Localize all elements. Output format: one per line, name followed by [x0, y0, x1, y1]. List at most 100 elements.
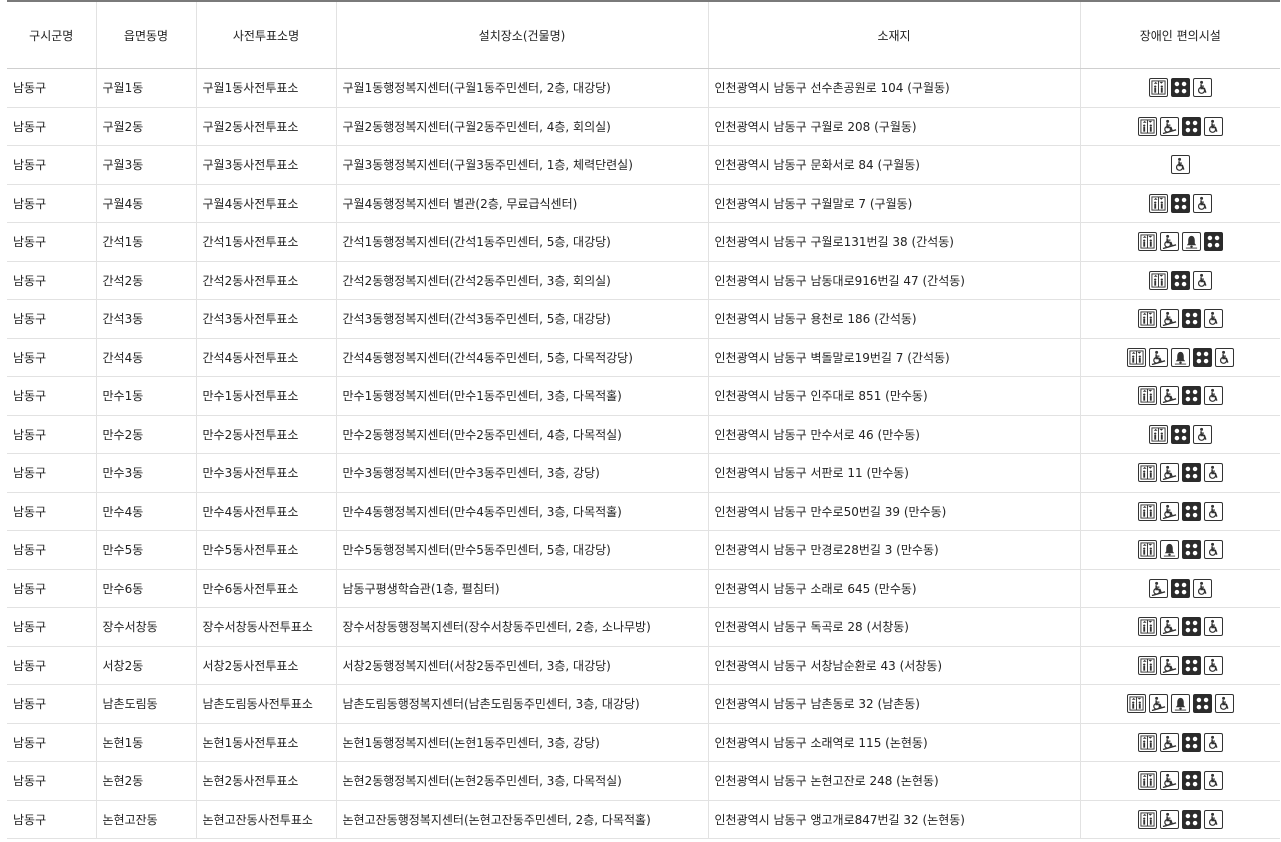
cell-gu: 남동구 [7, 338, 96, 377]
cell-station: 구월3동사전투표소 [195, 145, 336, 185]
cell-place: 만수4동행정복지센터(만수4동주민센터, 3층, 다목적홀) [335, 492, 708, 531]
cell-place: 만수1동행정복지센터(만수1동주민센터, 3층, 다목적홀) [335, 376, 708, 416]
cell-station: 만수3동사전투표소 [195, 453, 336, 493]
table-row: 남동구 만수1동 만수1동사전투표소 만수1동행정복지센터(만수1동주민센터, 3층,… [7, 376, 1280, 416]
elevator-icon [1148, 270, 1168, 290]
cell-dong: 구월3동 [95, 145, 196, 185]
cell-gu: 남동구 [7, 145, 96, 185]
elevator-icon [1137, 655, 1157, 675]
wheelchair-icon [1203, 771, 1223, 791]
wheelchair-icon [1203, 809, 1223, 829]
cell-facilities [1079, 107, 1280, 146]
col-header-gu: 구시군명 [7, 2, 96, 69]
cell-facilities [1079, 145, 1280, 185]
ramp-icon [1159, 655, 1179, 675]
ramp-icon [1159, 232, 1179, 252]
bell-icon [1170, 694, 1190, 714]
cell-station: 서창2동사전투표소 [195, 646, 336, 685]
facility-icons [1148, 193, 1212, 213]
table-header-row: 구시군명 읍면동명 사전투표소명 설치장소(건물명) 소재지 장애인 편의시설 [7, 2, 1280, 69]
cell-place: 만수3동행정복지센터(만수3동주민센터, 3층, 강당) [335, 453, 708, 493]
elevator-icon [1126, 694, 1146, 714]
braille-icon [1181, 771, 1201, 791]
facility-icons [1126, 347, 1234, 367]
ramp-icon [1159, 116, 1179, 136]
cell-facilities [1079, 723, 1280, 762]
polling-station-table-page: 구시군명 읍면동명 사전투표소명 설치장소(건물명) 소재지 장애인 편의시설 … [0, 0, 1281, 842]
ramp-icon [1159, 463, 1179, 483]
cell-address: 인천광역시 남동구 만경로28번길 3 (만수동) [707, 530, 1080, 570]
cell-address: 인천광역시 남동구 앵고개로847번길 32 (논현동) [707, 800, 1080, 839]
elevator-icon [1137, 232, 1157, 252]
elevator-icon [1137, 617, 1157, 637]
cell-address: 인천광역시 남동구 남촌동로 32 (남촌동) [707, 684, 1080, 724]
col-header-facilities: 장애인 편의시설 [1079, 2, 1280, 69]
table-row: 남동구 만수4동 만수4동사전투표소 만수4동행정복지센터(만수4동주민센터, 3층,… [7, 492, 1280, 531]
facility-icons [1137, 386, 1223, 406]
facility-icons [1170, 155, 1190, 175]
ramp-icon [1159, 386, 1179, 406]
cell-dong: 남촌도림동 [95, 684, 196, 724]
cell-facilities [1079, 607, 1280, 647]
cell-gu: 남동구 [7, 800, 96, 839]
facility-icons [1137, 232, 1223, 252]
braille-icon [1181, 809, 1201, 829]
cell-place: 장수서창동행정복지센터(장수서창동주민센터, 2층, 소나무방) [335, 607, 708, 647]
cell-facilities [1079, 492, 1280, 531]
elevator-icon [1137, 771, 1157, 791]
cell-facilities [1079, 646, 1280, 685]
cell-gu: 남동구 [7, 222, 96, 262]
cell-facilities [1079, 184, 1280, 223]
elevator-icon [1137, 386, 1157, 406]
braille-icon [1192, 347, 1212, 367]
cell-facilities [1079, 530, 1280, 570]
elevator-icon [1137, 463, 1157, 483]
facility-icons [1148, 78, 1212, 98]
cell-dong: 만수1동 [95, 376, 196, 416]
cell-place: 구월2동행정복지센터(구월2동주민센터, 4층, 회의실) [335, 107, 708, 146]
cell-address: 인천광역시 남동구 서창남순환로 43 (서창동) [707, 646, 1080, 685]
cell-address: 인천광역시 남동구 용천로 186 (간석동) [707, 299, 1080, 339]
cell-gu: 남동구 [7, 415, 96, 454]
cell-place: 간석4동행정복지센터(간석4동주민센터, 5층, 다목적강당) [335, 338, 708, 377]
cell-address: 인천광역시 남동구 구월말로 7 (구월동) [707, 184, 1080, 223]
cell-dong: 만수2동 [95, 415, 196, 454]
facility-icons [1137, 617, 1223, 637]
cell-dong: 구월2동 [95, 107, 196, 146]
facility-icons [1148, 424, 1212, 444]
cell-facilities [1079, 569, 1280, 608]
cell-address: 인천광역시 남동구 벽돌말로19번길 7 (간석동) [707, 338, 1080, 377]
wheelchair-icon [1192, 270, 1212, 290]
elevator-icon [1137, 732, 1157, 752]
cell-facilities [1079, 376, 1280, 416]
wheelchair-icon [1203, 386, 1223, 406]
braille-icon [1181, 501, 1201, 521]
wheelchair-icon [1203, 309, 1223, 329]
cell-facilities [1079, 299, 1280, 339]
cell-facilities [1079, 415, 1280, 454]
table-row: 남동구 장수서창동 장수서창동사전투표소 장수서창동행정복지센터(장수서창동주민센터,… [7, 607, 1280, 647]
cell-station: 구월2동사전투표소 [195, 107, 336, 146]
table-row: 남동구 간석2동 간석2동사전투표소 간석2동행정복지센터(간석2동주민센터, 3층,… [7, 261, 1280, 300]
cell-gu: 남동구 [7, 569, 96, 608]
bell-icon [1170, 347, 1190, 367]
braille-icon [1181, 655, 1201, 675]
ramp-icon [1159, 771, 1179, 791]
cell-address: 인천광역시 남동구 소래역로 115 (논현동) [707, 723, 1080, 762]
cell-gu: 남동구 [7, 761, 96, 801]
facility-icons [1137, 540, 1223, 560]
cell-dong: 논현1동 [95, 723, 196, 762]
cell-station: 논현고잔동사전투표소 [195, 800, 336, 839]
cell-facilities [1079, 68, 1280, 108]
cell-address: 인천광역시 남동구 선수촌공원로 104 (구월동) [707, 68, 1080, 108]
facility-icons [1148, 270, 1212, 290]
wheelchair-icon [1203, 540, 1223, 560]
braille-icon [1181, 463, 1201, 483]
braille-icon [1181, 309, 1201, 329]
cell-gu: 남동구 [7, 184, 96, 223]
table-row: 남동구 논현1동 논현1동사전투표소 논현1동행정복지센터(논현1동주민센터, 3층,… [7, 723, 1280, 762]
cell-dong: 구월1동 [95, 68, 196, 108]
cell-station: 구월4동사전투표소 [195, 184, 336, 223]
braille-icon [1203, 232, 1223, 252]
cell-station: 만수4동사전투표소 [195, 492, 336, 531]
